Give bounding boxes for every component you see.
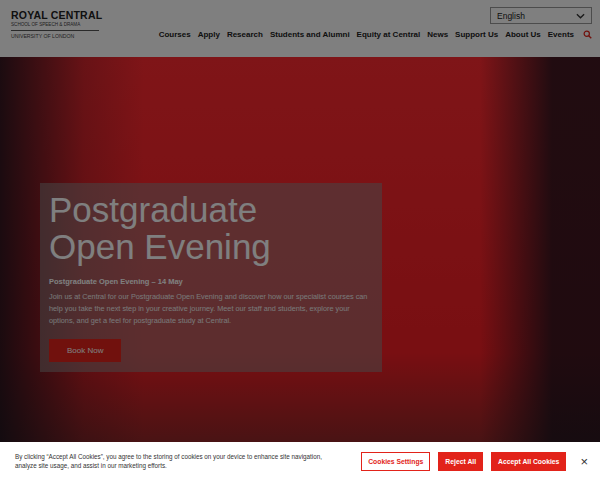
- close-button[interactable]: ×: [578, 454, 590, 469]
- cookie-button[interactable]: Cookies Settings: [361, 452, 430, 471]
- cookie-overlay: [0, 0, 600, 480]
- cookie-buttons: Cookies Settings Reject All Accept All Coo…: [361, 452, 566, 471]
- page: ROYAL CENTRAL SCHOOL OF SPEECH & DRAMA U…: [0, 0, 600, 480]
- cookie-text: By clicking “Accept All Cookies”, you ag…: [15, 452, 335, 470]
- cookie-button[interactable]: Accept All Cookies: [491, 452, 566, 471]
- cookie-banner: By clicking “Accept All Cookies”, you ag…: [0, 442, 600, 480]
- cookie-button[interactable]: Reject All: [438, 452, 483, 471]
